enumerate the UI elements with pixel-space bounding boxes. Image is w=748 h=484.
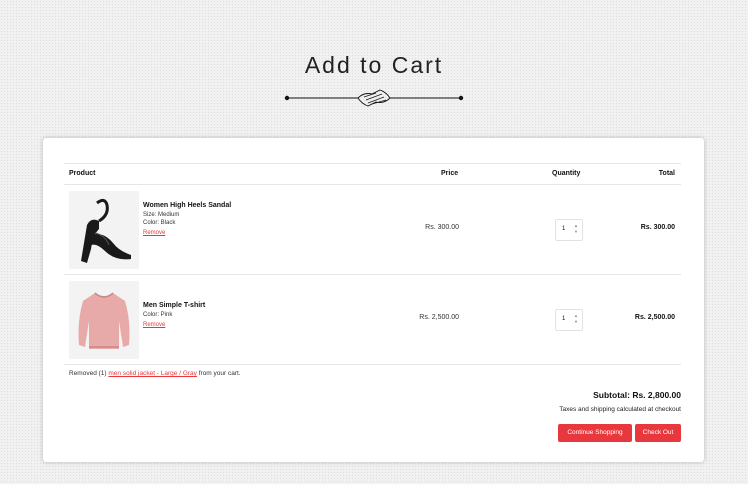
product-price: Rs. 300.00 xyxy=(425,224,459,231)
subtotal: Subtotal: Rs. 2,800.00 xyxy=(593,390,681,400)
header-product: Product xyxy=(69,170,96,177)
header-total: Total xyxy=(658,170,675,177)
taxes-note: Taxes and shipping calculated at checkou… xyxy=(559,406,681,413)
page-title: Add to Cart xyxy=(304,52,444,78)
quantity-stepper[interactable]: 1 ▲ ▼ xyxy=(555,309,583,331)
product-price: Rs. 2,500.00 xyxy=(419,314,459,321)
continue-shopping-button[interactable]: Continue Shopping xyxy=(558,424,632,442)
removed-prefix: Removed (1) xyxy=(69,370,107,377)
header-price: Price xyxy=(441,170,459,177)
header-quantity: Quantity xyxy=(552,170,581,177)
product-info: Women High Heels Sandal Size: Medium Col… xyxy=(143,202,231,236)
product-image[interactable] xyxy=(69,281,139,359)
product-name[interactable]: Men Simple T-shirt xyxy=(143,302,205,309)
quantity-value: 1 xyxy=(562,226,566,232)
remove-link[interactable]: Remove xyxy=(143,322,165,328)
ornament-divider-icon xyxy=(284,89,464,107)
product-info: Men Simple T-shirt Color: Pink Remove xyxy=(143,302,205,328)
quantity-stepper[interactable]: 1 ▲ ▼ xyxy=(555,219,583,241)
removed-item-link[interactable]: men solid jacket - Large / Gray xyxy=(108,370,197,377)
cart-card: Product Price Quantity Total Women High … xyxy=(43,138,704,462)
removed-suffix: from your cart. xyxy=(198,370,241,377)
quantity-value: 1 xyxy=(562,316,566,322)
checkout-button[interactable]: Check Out xyxy=(635,424,681,442)
product-color: Color: Pink xyxy=(143,312,173,318)
product-image[interactable] xyxy=(69,191,139,269)
line-total: Rs. 2,500.00 xyxy=(634,314,675,321)
stepper-arrows-icon[interactable]: ▲ ▼ xyxy=(573,313,579,326)
line-total: Rs. 300.00 xyxy=(640,224,675,231)
table-row: Men Simple T-shirt Color: Pink Remove Rs… xyxy=(64,275,681,365)
product-name[interactable]: Women High Heels Sandal xyxy=(143,202,231,209)
cart-table: Product Price Quantity Total Women High … xyxy=(64,163,681,365)
removed-notice: Removed (1) men solid jacket - Large / G… xyxy=(69,370,241,377)
product-size: Size: Medium xyxy=(143,212,180,218)
table-row: Women High Heels Sandal Size: Medium Col… xyxy=(64,185,681,275)
stepper-arrows-icon[interactable]: ▲ ▼ xyxy=(573,223,579,236)
sweater-icon xyxy=(78,292,130,349)
remove-link[interactable]: Remove xyxy=(143,230,165,236)
table-header: Product Price Quantity Total xyxy=(64,163,681,185)
product-color: Color: Black xyxy=(143,220,176,226)
sandal-icon xyxy=(81,198,131,263)
